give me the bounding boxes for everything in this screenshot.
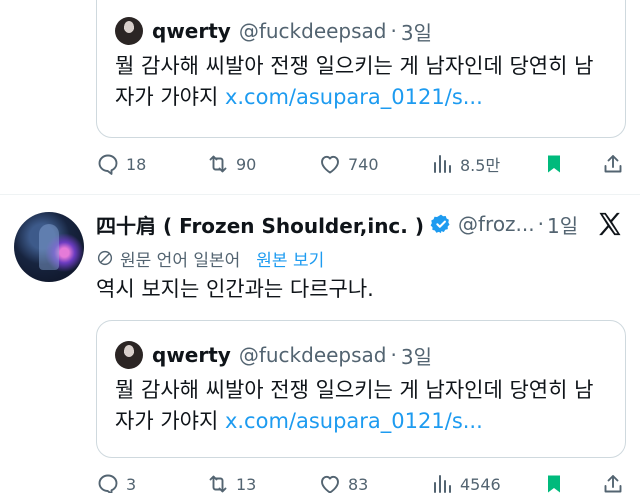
like-count: 740: [348, 154, 379, 174]
author-avatar[interactable]: [14, 212, 84, 282]
post-author-handle[interactable]: @froz...: [458, 212, 535, 236]
quote-timestamp[interactable]: 3일: [401, 341, 432, 370]
quote-link[interactable]: x.com/asupara_0121/s...: [225, 409, 483, 433]
repost-count: 13: [236, 474, 257, 493]
action-bar-bottom: 3 13 83 4546: [96, 472, 626, 493]
quote-text: 뭘 감사해 씨발아 전쟁 일으키는 게 남자인데 당연히 남자가 가야지 x.c…: [115, 375, 607, 437]
views-count: 4546: [460, 474, 501, 493]
avatar-figure: [39, 224, 59, 270]
views-count: 8.5만: [460, 156, 501, 175]
post-author-name[interactable]: 四十肩 ( Frozen Shoulder,inc. ): [96, 210, 424, 239]
repost-icon: [209, 155, 227, 173]
translation-label: 원문 언어 일본어: [120, 250, 241, 271]
translate-icon: [97, 250, 113, 266]
repost-icon: [209, 475, 227, 493]
views-icon: [434, 155, 451, 173]
tweet-divider: [0, 194, 640, 195]
share-button[interactable]: [601, 472, 631, 493]
quote-author-name[interactable]: qwerty: [152, 343, 231, 367]
views-button[interactable]: 8.5만: [430, 152, 500, 176]
like-icon: [321, 155, 339, 174]
post-timestamp[interactable]: 1일: [547, 210, 578, 239]
quote-header: qwerty @fuckdeepsad · 3일: [115, 15, 607, 47]
quote-author-handle[interactable]: @fuckdeepsad: [239, 343, 387, 367]
post-header: 四十肩 ( Frozen Shoulder,inc. ) @froz... · …: [96, 208, 578, 240]
quote-card-bottom[interactable]: qwerty @fuckdeepsad · 3일 뭘 감사해 씨발아 전쟁 일으…: [96, 320, 626, 458]
repost-count: 90: [236, 154, 257, 174]
quote-text: 뭘 감사해 씨발아 전쟁 일으키는 게 남자인데 당연히 남자가 가야지 x.c…: [115, 51, 607, 113]
reply-count: 3: [126, 474, 137, 493]
like-button[interactable]: 740: [318, 152, 379, 176]
like-icon: [321, 475, 339, 493]
post-text: 역시 보지는 인간과는 다르구나.: [96, 277, 374, 301]
bookmark-icon: [548, 475, 560, 493]
quote-avatar[interactable]: [115, 341, 143, 369]
quote-link[interactable]: x.com/asupara_0121/s...: [225, 85, 483, 109]
post-separator: ·: [537, 212, 544, 236]
quote-timestamp[interactable]: 3일: [401, 17, 432, 46]
quote-separator: ·: [390, 343, 397, 367]
bookmark-button[interactable]: [542, 472, 572, 493]
like-button[interactable]: 83: [318, 472, 368, 493]
share-icon: [604, 155, 622, 173]
verified-badge-icon[interactable]: [430, 213, 452, 235]
show-original-button[interactable]: 원본 보기: [256, 246, 324, 271]
reply-button[interactable]: 3: [96, 472, 136, 493]
quote-separator: ·: [390, 19, 397, 43]
action-bar-top: 18 90 740 8.5만: [96, 152, 626, 176]
quote-card-top[interactable]: qwerty @fuckdeepsad · 3일 뭘 감사해 씨발아 전쟁 일으…: [96, 0, 626, 138]
x-logo-icon[interactable]: [596, 210, 624, 238]
quote-header: qwerty @fuckdeepsad · 3일: [115, 339, 607, 371]
reply-icon: [98, 154, 118, 175]
views-icon: [434, 475, 451, 493]
like-count: 83: [348, 474, 369, 493]
repost-button[interactable]: 90: [206, 152, 256, 176]
bookmark-icon: [548, 155, 560, 173]
reply-button[interactable]: 18: [96, 152, 146, 176]
reply-count: 18: [126, 154, 147, 174]
share-button[interactable]: [601, 152, 631, 176]
translation-row: 원문 언어 일본어 원본 보기: [96, 246, 324, 271]
reply-icon: [98, 474, 118, 493]
quote-author-handle[interactable]: @fuckdeepsad: [239, 19, 387, 43]
quote-avatar[interactable]: [115, 17, 143, 45]
repost-button[interactable]: 13: [206, 472, 256, 493]
quote-author-name[interactable]: qwerty: [152, 19, 231, 43]
views-button[interactable]: 4546: [430, 472, 501, 493]
share-icon: [604, 475, 622, 493]
bookmark-button[interactable]: [542, 152, 572, 176]
